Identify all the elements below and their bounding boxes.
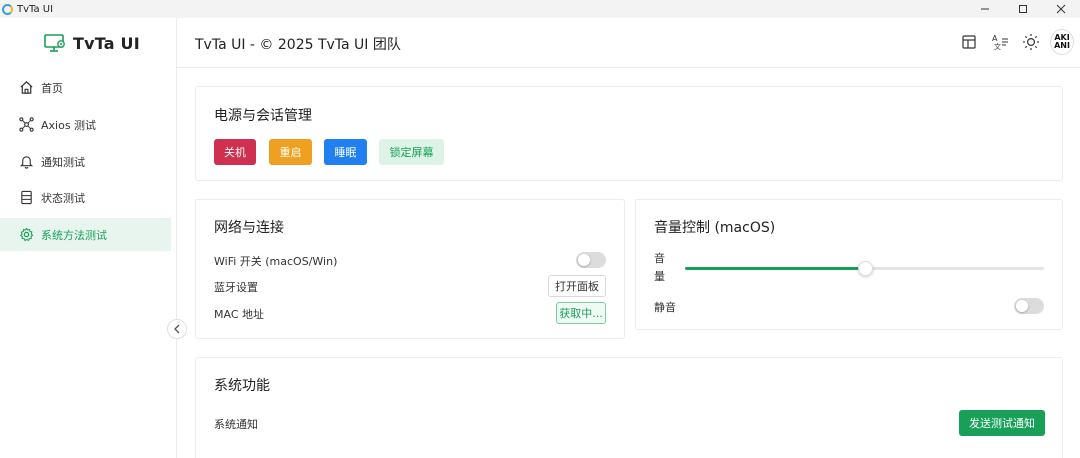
avatar-text: AKI ANI (1054, 33, 1070, 50)
power-card: 电源与会话管理 关机 重启 睡眠 锁定屏幕 (195, 86, 1063, 181)
volume-slider[interactable] (685, 261, 1044, 276)
network-card: 网络与连接 WiFi 开关 (macOS/Win) 蓝牙设置 打开面板 MAC … (195, 199, 625, 339)
sidebar-item-system[interactable]: 系统方法测试 (0, 218, 171, 251)
translate-icon: A文 (992, 34, 1008, 51)
open-bluetooth-panel-button[interactable]: 打开面板 (548, 275, 606, 297)
wifi-toggle[interactable] (576, 252, 606, 268)
mac-label: MAC 地址 (214, 308, 264, 321)
chevron-left-icon (174, 324, 180, 334)
mac-address-value[interactable]: 获取中... (556, 302, 606, 324)
lock-screen-button[interactable]: 锁定屏幕 (379, 139, 444, 165)
window-title: TvTa UI (17, 3, 54, 15)
toggle-knob (1016, 300, 1028, 312)
home-icon (18, 80, 34, 96)
mute-toggle[interactable] (1014, 298, 1044, 314)
volume-slider-fill (685, 267, 865, 270)
sidebar-item-label: 系统方法测试 (41, 228, 107, 242)
restart-button[interactable]: 重启 (269, 139, 312, 165)
app-icon (2, 3, 13, 15)
shutdown-button[interactable]: 关机 (214, 139, 256, 165)
gear-icon (18, 227, 34, 243)
system-card: 系统功能 系统通知 发送测试通知 (195, 357, 1063, 458)
monitor-settings-icon (44, 34, 65, 52)
volume-card: 音量控制 (macOS) 音量 静音 (635, 199, 1063, 330)
brand-title: TvTa UI (73, 33, 140, 53)
mute-label: 静音 (654, 301, 676, 314)
send-test-notification-button[interactable]: 发送测试通知 (959, 410, 1045, 436)
avatar: AKI ANI (1050, 29, 1074, 55)
svg-text:A: A (992, 34, 998, 43)
toggle-knob (578, 254, 590, 266)
volume-card-title: 音量控制 (macOS) (654, 220, 776, 236)
minimize-button[interactable] (966, 0, 1004, 18)
bluetooth-label: 蓝牙设置 (214, 281, 258, 294)
maximize-icon (1019, 5, 1027, 13)
sun-icon (1023, 34, 1039, 50)
brand[interactable]: TvTa UI (44, 33, 140, 53)
header: TvTa UI - © 2025 TvTa UI 团队 A文 AKI ANI (177, 18, 1080, 68)
storage-icon (18, 190, 34, 206)
wifi-label: WiFi 开关 (macOS/Win) (214, 255, 338, 268)
layout-icon (962, 35, 976, 49)
page-title: TvTa UI - © 2025 TvTa UI 团队 (195, 37, 401, 53)
sidebar: TvTa UI 首页 Axios 测试 通知测试 状态测试 系统方法测试 (0, 18, 187, 458)
maximize-button[interactable] (1004, 0, 1042, 18)
system-card-title: 系统功能 (214, 378, 270, 394)
minimize-icon (981, 8, 989, 10)
language-button[interactable]: A文 (988, 30, 1012, 54)
sidebar-item-label: 状态测试 (41, 191, 85, 205)
theme-toggle-button[interactable] (1019, 30, 1043, 54)
sidebar-item-notify[interactable]: 通知测试 (0, 145, 171, 178)
volume-slider-thumb[interactable] (857, 261, 873, 276)
system-notify-label: 系统通知 (214, 418, 258, 431)
sidebar-item-label: Axios 测试 (41, 118, 97, 132)
window-titlebar: TvTa UI (0, 0, 1080, 18)
sidebar-collapse-button[interactable] (167, 319, 187, 339)
sidebar-item-state[interactable]: 状态测试 (0, 181, 171, 214)
volume-label: 音量 (654, 252, 665, 283)
hub-icon (18, 117, 34, 133)
sidebar-item-label: 首页 (41, 81, 63, 95)
network-card-title: 网络与连接 (214, 220, 284, 236)
layout-button[interactable] (957, 30, 981, 54)
sidebar-item-home[interactable]: 首页 (0, 71, 171, 104)
sidebar-item-axios[interactable]: Axios 测试 (0, 108, 171, 141)
close-icon (1056, 4, 1066, 14)
avatar-button[interactable]: AKI ANI (1050, 29, 1074, 55)
svg-text:文: 文 (994, 42, 1001, 51)
power-card-title: 电源与会话管理 (214, 108, 312, 124)
close-button[interactable] (1042, 0, 1080, 18)
sleep-button[interactable]: 睡眠 (324, 139, 367, 165)
bell-icon (18, 154, 34, 170)
sidebar-item-label: 通知测试 (41, 155, 85, 169)
